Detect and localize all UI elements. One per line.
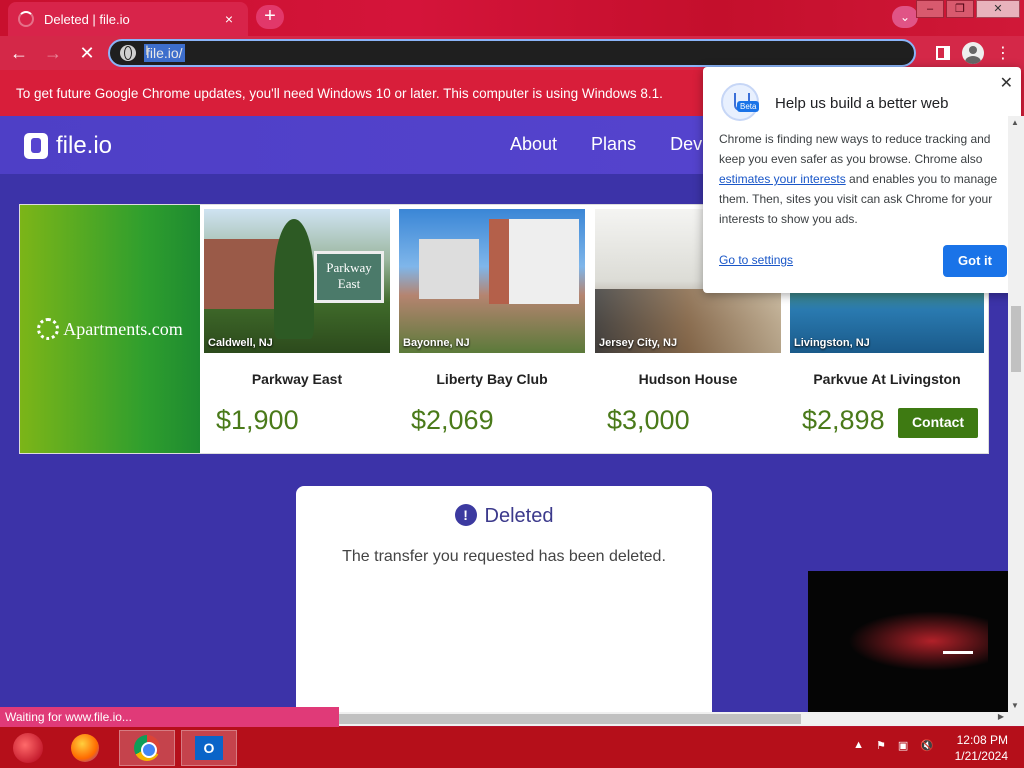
close-window-button[interactable]: ✕ — [976, 0, 1020, 18]
go-to-settings-link[interactable]: Go to settings — [719, 253, 793, 267]
forward-button[interactable]: → — [38, 38, 68, 68]
start-button[interactable] — [0, 730, 56, 766]
ad-brand-name: Apartments.com — [63, 318, 183, 339]
listing-location: Livingston, NJ — [794, 337, 870, 349]
file-io-logo-icon — [24, 133, 48, 159]
listing-name: Liberty Bay Club — [436, 371, 548, 387]
card-title: Deleted — [484, 505, 554, 527]
apartments-logo-icon — [37, 318, 60, 340]
listing-name: Hudson House — [638, 371, 738, 387]
building-shape — [204, 239, 284, 309]
address-text[interactable]: file.io/ — [144, 44, 185, 62]
back-button[interactable]: ← — [4, 38, 34, 68]
property-sign: Parkway East — [314, 251, 384, 303]
listing-location: Jersey City, NJ — [599, 337, 678, 349]
profile-button[interactable] — [958, 38, 988, 68]
site-logo-text: file.io — [56, 132, 113, 159]
popup-body-text: Chrome is finding new ways to reduce tra… — [719, 132, 991, 166]
volume-muted-icon[interactable]: 🔇 — [920, 739, 934, 752]
horizontal-scroll-thumb[interactable] — [339, 714, 801, 724]
building-shape — [419, 239, 479, 299]
system-tray: ▲ ⚑ ▣ 🔇 — [841, 739, 934, 752]
stop-loading-button[interactable]: ✕ — [72, 38, 102, 68]
clock-date: 1/21/2024 — [954, 749, 1008, 763]
windows-taskbar: O ▲ ⚑ ▣ 🔇 12:08 PM 1/21/2024 — [0, 727, 1024, 768]
taskbar-outlook[interactable]: O — [181, 730, 237, 766]
listing-price: $1,900 — [216, 405, 299, 435]
status-bubble: Waiting for www.file.io... — [0, 707, 339, 727]
listing-card[interactable]: Bayonne, NJ Liberty Bay Club $2,069 — [399, 209, 585, 453]
side-panel-icon — [936, 46, 950, 60]
horizontal-scrollbar[interactable]: ▶ — [339, 712, 1008, 726]
contact-button[interactable]: Contact — [898, 408, 978, 438]
listing-photo: Parkway East Caldwell, NJ — [204, 209, 390, 353]
popup-body: Chrome is finding new ways to reduce tra… — [719, 129, 1009, 229]
start-orb-icon — [13, 733, 43, 763]
listing-photo: Bayonne, NJ — [399, 209, 585, 353]
building-shape — [489, 219, 579, 304]
listing-price: $2,898 — [802, 405, 885, 435]
chrome-icon — [134, 735, 160, 761]
listing-card[interactable]: Parkway East Caldwell, NJ Parkway East $… — [204, 209, 390, 453]
address-bar[interactable]: file.io/ — [108, 39, 916, 67]
got-it-button[interactable]: Got it — [943, 245, 1007, 277]
popup-title: Help us build a better web — [775, 95, 949, 112]
estimates-interests-link[interactable]: estimates your interests — [719, 172, 846, 186]
outlook-icon: O — [195, 736, 223, 760]
text-cursor-icon: I — [145, 42, 149, 58]
listing-location: Caldwell, NJ — [208, 337, 273, 349]
scroll-up-icon[interactable]: ▲ — [1011, 118, 1019, 127]
side-panel-button[interactable] — [928, 38, 958, 68]
new-tab-button[interactable]: + — [256, 5, 284, 29]
browser-toolbar: ← → ✕ file.io/ I ⋮ — [0, 36, 1024, 70]
site-info-icon[interactable] — [120, 45, 136, 61]
menu-button[interactable]: ⋮ — [988, 38, 1018, 68]
scroll-down-icon[interactable]: ▼ — [1011, 701, 1019, 710]
privacy-sandbox-popup: Beta Help us build a better web ✕ Chrome… — [703, 67, 1021, 293]
clock-time: 12:08 PM — [956, 733, 1008, 747]
nav-dev[interactable]: Dev — [670, 134, 702, 155]
card-header: ! Deleted — [296, 504, 712, 528]
taskbar-chrome[interactable] — [119, 730, 175, 766]
browser-titlebar: Deleted | file.io × + ⌄ – ❐ ✕ — [0, 0, 1024, 36]
vertical-scroll-thumb[interactable] — [1011, 306, 1021, 372]
site-logo[interactable]: file.io — [24, 132, 112, 160]
loading-spinner-icon — [18, 11, 34, 27]
card-message: The transfer you requested has been dele… — [342, 548, 666, 565]
listing-location: Bayonne, NJ — [403, 337, 470, 349]
toolbar-actions: ⋮ — [928, 38, 1018, 68]
listing-price: $2,069 — [411, 405, 494, 435]
video-frame-light — [943, 651, 973, 654]
taskbar-firefox[interactable] — [57, 730, 113, 766]
video-ad[interactable] — [808, 571, 1008, 712]
show-hidden-icons-icon[interactable]: ▲ — [853, 739, 864, 752]
tab-title: Deleted | file.io — [44, 11, 130, 27]
profile-icon — [962, 42, 984, 64]
listing-name: Parkway East — [251, 371, 343, 387]
ad-brand-panel[interactable]: Apartments.com — [20, 205, 200, 453]
listing-price: $3,000 — [607, 405, 690, 435]
firefox-icon — [71, 734, 99, 762]
deleted-card: ! Deleted The transfer you requested has … — [296, 486, 712, 712]
window-controls: – ❐ ✕ — [914, 0, 1020, 18]
network-icon[interactable]: ▣ — [898, 739, 908, 752]
vertical-scrollbar[interactable]: ▲ ▼ — [1008, 116, 1024, 712]
action-center-icon[interactable]: ⚑ — [876, 739, 886, 752]
browser-tab[interactable]: Deleted | file.io × — [8, 2, 248, 36]
tree-shape — [274, 219, 314, 339]
beta-badge: Beta — [737, 101, 760, 112]
video-frame-glow — [848, 611, 988, 671]
scroll-right-icon[interactable]: ▶ — [998, 712, 1004, 721]
popup-close-icon[interactable]: ✕ — [1000, 73, 1013, 93]
scrollbar-corner — [1008, 712, 1024, 726]
maximize-button[interactable]: ❐ — [946, 0, 974, 18]
nav-plans[interactable]: Plans — [591, 134, 636, 155]
listing-name: Parkvue At Livingston — [813, 371, 961, 387]
nav-about[interactable]: About — [510, 134, 557, 155]
taskbar-clock[interactable]: 12:08 PM 1/21/2024 — [955, 732, 1008, 764]
tab-close-icon[interactable]: × — [220, 10, 238, 28]
alert-icon: ! — [454, 504, 477, 526]
minimize-button[interactable]: – — [916, 0, 944, 18]
